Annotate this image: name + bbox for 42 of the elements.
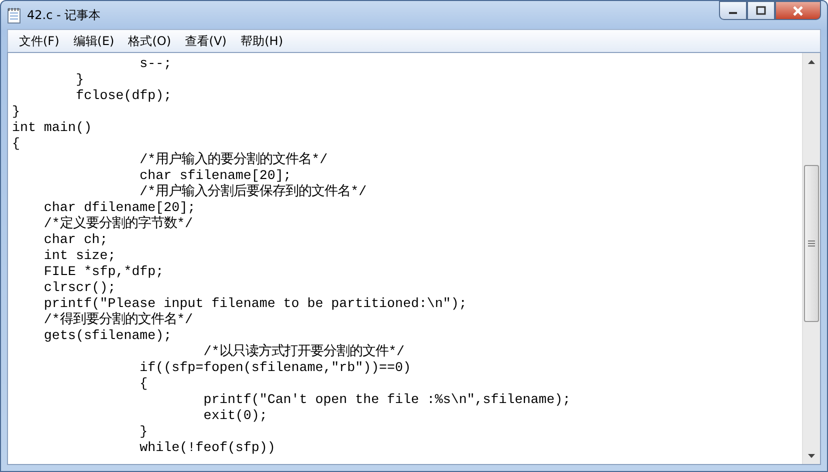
code-line: fclose(dfp); bbox=[74, 88, 173, 104]
code-line: /*以只读方式打开要分割的文件*/ bbox=[202, 344, 406, 360]
code-line: char ch; bbox=[42, 232, 109, 248]
close-button[interactable] bbox=[775, 1, 821, 20]
code-line: } bbox=[138, 424, 149, 440]
menu-item[interactable]: 格式(O) bbox=[121, 30, 178, 52]
down-arrow-icon[interactable] bbox=[808, 454, 815, 458]
maximize-button[interactable] bbox=[747, 1, 775, 20]
close-icon bbox=[792, 6, 804, 16]
code-line: } bbox=[12, 104, 21, 120]
code-line: if((sfp=fopen(sfilename,"rb"))==0) bbox=[138, 360, 412, 376]
code-line: } bbox=[74, 72, 85, 88]
code-line: /*用户输入的要分割的文件名*/ bbox=[138, 152, 329, 168]
code-line: gets(sfilename); bbox=[42, 328, 173, 344]
code-line: /*用户输入分割后要保存到的文件名*/ bbox=[138, 184, 368, 200]
code-line: int size; bbox=[42, 248, 117, 264]
code-line: exit(0); bbox=[202, 408, 268, 424]
code-line: printf("Please input filename to be partitioned:\n"); bbox=[42, 296, 468, 312]
menu-item[interactable]: 编辑(E) bbox=[66, 30, 122, 52]
notepad-icon bbox=[7, 6, 21, 24]
scrollbar[interactable] bbox=[802, 53, 820, 464]
menu-item[interactable]: 文件(F) bbox=[12, 30, 66, 52]
code-line: /*定义要分割的字节数*/ bbox=[42, 216, 194, 232]
code-line: s--; bbox=[138, 56, 173, 72]
code-line: clrscr(); bbox=[42, 280, 117, 296]
code-line: int main() bbox=[12, 120, 93, 136]
grip-icon bbox=[808, 240, 815, 247]
scroll-thumb[interactable] bbox=[804, 165, 819, 322]
window-title: 42.c - 记事本 bbox=[27, 6, 102, 24]
minimize-button[interactable] bbox=[719, 1, 747, 20]
code-line: /*得到要分割的文件名*/ bbox=[42, 312, 194, 328]
code-line: { bbox=[12, 136, 21, 152]
code-line: char dfilename[20]; bbox=[42, 200, 197, 216]
code-line: while(!feof(sfp)) bbox=[138, 440, 276, 456]
menu-item[interactable]: 查看(V) bbox=[178, 30, 234, 52]
code-line: { bbox=[138, 376, 149, 392]
menu-item[interactable]: 帮助(H) bbox=[234, 30, 290, 52]
code-line: char sfilename[20]; bbox=[138, 168, 292, 184]
maximize-icon bbox=[756, 6, 766, 15]
code-line: FILE *sfp,*dfp; bbox=[42, 264, 165, 280]
code-line: printf("Can't open the file :%s\n",sfilename); bbox=[202, 392, 572, 408]
up-arrow-icon[interactable] bbox=[808, 60, 815, 64]
